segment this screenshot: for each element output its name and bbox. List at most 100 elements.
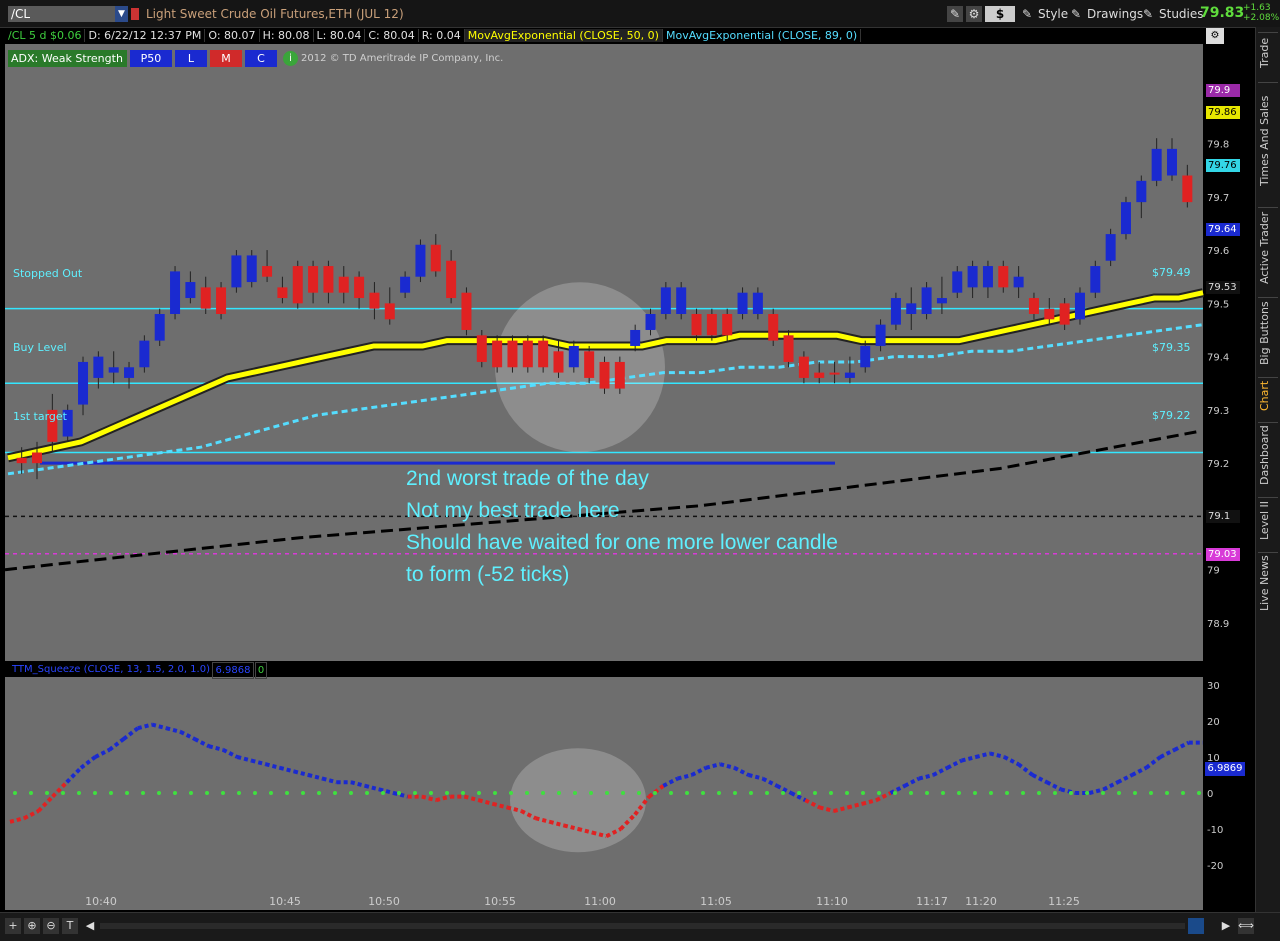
drawings-button[interactable]: Drawings bbox=[1087, 6, 1143, 22]
scroll-left-icon[interactable]: ◀ bbox=[82, 918, 98, 934]
right-nav: Trade Times And Sales Active Trader Big But… bbox=[1255, 27, 1280, 940]
p50-button[interactable]: P50 bbox=[130, 50, 172, 67]
zoom-in-icon[interactable]: ⊕ bbox=[24, 918, 40, 934]
bottom-toolbar: + ⊕ ⊖ T ◀ ▶ ⟺ bbox=[0, 912, 1280, 941]
squeeze-dot bbox=[381, 791, 385, 795]
candle-body bbox=[936, 298, 947, 304]
squeeze-dot bbox=[1085, 791, 1089, 795]
squeeze-dot bbox=[45, 791, 49, 795]
price-tick-label: 79 bbox=[1207, 566, 1220, 577]
dollar-button[interactable]: $ bbox=[985, 6, 1015, 22]
price-tick-label: 79.2 bbox=[1207, 459, 1229, 470]
price-tick-label: 79.8 bbox=[1207, 140, 1229, 151]
price-tick-label: 79.5 bbox=[1207, 299, 1229, 310]
studies-icon: ✎ bbox=[1143, 7, 1154, 21]
c-button[interactable]: C bbox=[245, 50, 277, 67]
crosshair-icon[interactable]: + bbox=[5, 918, 21, 934]
squeeze-dot bbox=[413, 791, 417, 795]
candle-body bbox=[492, 340, 503, 368]
nav-tab-big-buttons[interactable]: Big Buttons bbox=[1258, 297, 1278, 368]
first-target-value: $79.22 bbox=[1152, 409, 1191, 422]
nav-tab-level-ii[interactable]: Level II bbox=[1258, 497, 1278, 543]
stopped-out-value: $79.49 bbox=[1152, 266, 1191, 279]
drawings-icon: ✎ bbox=[1071, 7, 1082, 21]
text-tool-icon[interactable]: T bbox=[62, 918, 78, 934]
squeeze-dot bbox=[125, 791, 129, 795]
candle-body bbox=[384, 303, 395, 320]
trade-annotation: 2nd worst trade of the day Not my best t… bbox=[406, 463, 838, 591]
buy-level-label: Buy Level bbox=[13, 341, 67, 354]
squeeze-dot bbox=[989, 791, 993, 795]
squeeze-value: 6.9868 bbox=[212, 662, 254, 679]
wrench-icon[interactable]: ⚙ bbox=[966, 6, 982, 22]
candle-body bbox=[446, 260, 457, 299]
squeeze-dot bbox=[1165, 791, 1169, 795]
squeeze-dot bbox=[573, 791, 577, 795]
candle-body bbox=[783, 335, 794, 362]
nav-tab-trade[interactable]: Trade bbox=[1258, 32, 1278, 73]
candle-body bbox=[584, 351, 595, 378]
squeeze-dot bbox=[893, 791, 897, 795]
squeeze-dot bbox=[237, 791, 241, 795]
scroll-right-icon[interactable]: ▶ bbox=[1218, 918, 1234, 934]
nav-tab-chart[interactable]: Chart bbox=[1258, 377, 1278, 413]
candle-body bbox=[1028, 298, 1039, 315]
squeeze-dot bbox=[1181, 791, 1185, 795]
squeeze-dot bbox=[189, 791, 193, 795]
squeeze-dot bbox=[1021, 791, 1025, 795]
l-button[interactable]: L bbox=[175, 50, 207, 67]
horizontal-scrollbar[interactable] bbox=[100, 923, 1185, 929]
nav-tab-active-trader[interactable]: Active Trader bbox=[1258, 207, 1278, 288]
time-tick-label: 10:50 bbox=[368, 895, 400, 908]
info-icon[interactable]: i bbox=[283, 51, 298, 66]
change-pct: +2.08% bbox=[1243, 13, 1280, 23]
studies-button[interactable]: Studies bbox=[1159, 6, 1204, 22]
m-button[interactable]: M bbox=[210, 50, 242, 67]
squeeze-dot bbox=[269, 791, 273, 795]
zoom-out-icon[interactable]: ⊖ bbox=[43, 918, 59, 934]
nav-tab-times-and-sales[interactable]: Times And Sales bbox=[1258, 82, 1278, 198]
adx-label: ADX: Weak Strength bbox=[8, 50, 127, 67]
style-button[interactable]: Style bbox=[1038, 6, 1068, 22]
candle-body bbox=[1166, 148, 1177, 176]
expand-icon[interactable]: ⟺ bbox=[1238, 918, 1254, 934]
nav-tab-dashboard[interactable]: Dashboard bbox=[1258, 422, 1278, 488]
copyright: 2012 © TD Ameritrade IP Company, Inc. bbox=[301, 53, 504, 64]
candle-body bbox=[829, 372, 840, 375]
change-abs: +1.63 bbox=[1243, 3, 1271, 13]
time-tick-label: 11:10 bbox=[816, 895, 848, 908]
candle-body bbox=[476, 335, 487, 362]
trade-highlight-circle bbox=[495, 282, 665, 453]
scroll-thumb[interactable] bbox=[1188, 918, 1204, 934]
squeeze-dot bbox=[717, 791, 721, 795]
symbol-input[interactable]: /CL bbox=[8, 6, 128, 22]
candle-body bbox=[354, 276, 365, 299]
candle-body bbox=[231, 255, 242, 288]
candle-body bbox=[200, 287, 211, 309]
top-toolbar: /CL ▼ Light Sweet Crude Oil Futures,ETH … bbox=[0, 0, 1280, 28]
candle-body bbox=[461, 292, 472, 330]
candle-body bbox=[1182, 175, 1193, 203]
pencil-icon[interactable]: ✎ bbox=[947, 6, 963, 22]
squeeze-dot bbox=[141, 791, 145, 795]
candle-body bbox=[430, 244, 441, 272]
candle-body bbox=[630, 329, 641, 346]
candle-body bbox=[1136, 180, 1147, 203]
squeeze-dot bbox=[1101, 791, 1105, 795]
price-badge: 79.03 bbox=[1206, 547, 1240, 561]
candle-body bbox=[108, 367, 119, 373]
symbol-dropdown-icon[interactable]: ▼ bbox=[115, 6, 128, 22]
candle-body bbox=[967, 266, 978, 288]
candle-body bbox=[798, 356, 809, 378]
price-badge: 79.64 bbox=[1206, 222, 1240, 236]
candle-body bbox=[875, 324, 886, 346]
nav-tab-live-news[interactable]: Live News bbox=[1258, 552, 1278, 613]
candle-body bbox=[1120, 202, 1131, 235]
candle-body bbox=[246, 255, 257, 283]
squeeze-dot bbox=[525, 791, 529, 795]
annotation-line-1: 2nd worst trade of the day bbox=[406, 467, 649, 490]
squeeze-dot bbox=[205, 791, 209, 795]
price-change: +1.63 +2.08% bbox=[1243, 3, 1279, 23]
squeeze-dot bbox=[461, 791, 465, 795]
squeeze-dot bbox=[349, 791, 353, 795]
